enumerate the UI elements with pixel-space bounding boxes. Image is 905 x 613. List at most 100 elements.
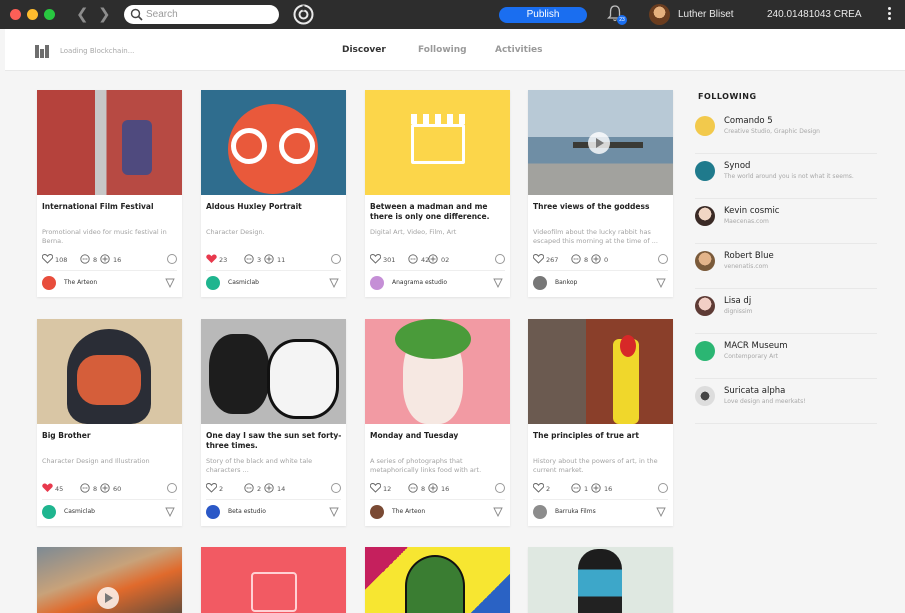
card-thumbnail[interactable] bbox=[201, 90, 346, 195]
card-thumbnail[interactable] bbox=[528, 90, 673, 195]
content-card[interactable]: One day I saw the sun set forty-three ti… bbox=[201, 319, 346, 526]
author-name[interactable]: Beta estudio bbox=[228, 508, 266, 515]
following-item[interactable]: Suricata alpha Love design and meerkats! bbox=[695, 386, 877, 424]
app-logo-icon[interactable] bbox=[293, 4, 314, 25]
card-partial[interactable] bbox=[365, 547, 510, 613]
license-icon[interactable] bbox=[658, 483, 668, 493]
card-partial[interactable] bbox=[37, 547, 182, 613]
card-thumbnail[interactable] bbox=[365, 319, 510, 424]
download-icon[interactable] bbox=[165, 278, 175, 288]
author-avatar[interactable] bbox=[370, 276, 384, 290]
author-name[interactable]: Barruka Films bbox=[555, 508, 596, 515]
content-card[interactable]: The principles of true art History about… bbox=[528, 319, 673, 526]
author-avatar[interactable] bbox=[42, 276, 56, 290]
card-author[interactable]: Bankop bbox=[533, 276, 668, 290]
download-icon[interactable] bbox=[329, 507, 339, 517]
card-thumbnail[interactable] bbox=[201, 319, 346, 424]
more-menu-icon[interactable] bbox=[886, 7, 892, 22]
search-box[interactable] bbox=[124, 5, 279, 24]
following-avatar[interactable] bbox=[695, 116, 715, 136]
card-thumbnail[interactable] bbox=[37, 547, 182, 613]
download-icon[interactable] bbox=[493, 507, 503, 517]
card-title[interactable]: International Film Festival bbox=[42, 202, 178, 212]
following-avatar[interactable] bbox=[695, 386, 715, 406]
card-title[interactable]: Aldous Huxley Portrait bbox=[206, 202, 342, 212]
license-icon[interactable] bbox=[167, 254, 177, 264]
download-icon[interactable] bbox=[329, 278, 339, 288]
card-thumbnail[interactable] bbox=[365, 547, 510, 613]
play-icon[interactable] bbox=[97, 587, 119, 609]
following-name[interactable]: Comando 5 bbox=[724, 116, 773, 126]
forward-arrow-icon[interactable]: ❯ bbox=[98, 5, 111, 23]
author-avatar[interactable] bbox=[42, 505, 56, 519]
author-avatar[interactable] bbox=[206, 505, 220, 519]
card-thumbnail[interactable] bbox=[528, 547, 673, 613]
card-author[interactable]: The Arteon bbox=[370, 505, 505, 519]
card-partial[interactable] bbox=[528, 547, 673, 613]
author-avatar[interactable] bbox=[206, 276, 220, 290]
following-item[interactable]: Lisa dj dignissim bbox=[695, 296, 877, 334]
card-thumbnail[interactable] bbox=[528, 319, 673, 424]
author-name[interactable]: The Arteon bbox=[64, 279, 97, 286]
following-name[interactable]: MACR Museum bbox=[724, 341, 788, 351]
following-name[interactable]: Suricata alpha bbox=[724, 386, 785, 396]
author-name[interactable]: Bankop bbox=[555, 279, 577, 286]
following-item[interactable]: Kevin cosmic Maecenas.com bbox=[695, 206, 877, 244]
card-title[interactable]: The principles of true art bbox=[533, 431, 669, 441]
tab-activities[interactable]: Activities bbox=[495, 45, 543, 55]
card-author[interactable]: The Arteon bbox=[42, 276, 177, 290]
following-avatar[interactable] bbox=[695, 341, 715, 361]
license-icon[interactable] bbox=[331, 254, 341, 264]
user-name[interactable]: Luther Bliset bbox=[678, 9, 734, 20]
download-icon[interactable] bbox=[656, 507, 666, 517]
following-avatar[interactable] bbox=[695, 161, 715, 181]
close-window-button[interactable] bbox=[10, 9, 21, 20]
license-icon[interactable] bbox=[495, 254, 505, 264]
back-arrow-icon[interactable]: ❮ bbox=[76, 5, 89, 23]
card-author[interactable]: Casmiclab bbox=[206, 276, 341, 290]
card-thumbnail[interactable] bbox=[37, 319, 182, 424]
author-name[interactable]: The Arteon bbox=[392, 508, 425, 515]
following-item[interactable]: MACR Museum Contemporary Art bbox=[695, 341, 877, 379]
license-icon[interactable] bbox=[167, 483, 177, 493]
license-icon[interactable] bbox=[495, 483, 505, 493]
play-icon[interactable] bbox=[588, 132, 610, 154]
publish-button[interactable]: Publish bbox=[499, 7, 587, 23]
card-title[interactable]: One day I saw the sun set forty-three ti… bbox=[206, 431, 342, 451]
author-name[interactable]: Anagrama estudio bbox=[392, 279, 447, 286]
user-avatar[interactable] bbox=[649, 4, 670, 25]
card-author[interactable]: Casmiclab bbox=[42, 505, 177, 519]
search-input[interactable] bbox=[146, 6, 274, 23]
card-thumbnail[interactable] bbox=[365, 90, 510, 195]
author-avatar[interactable] bbox=[533, 276, 547, 290]
content-card[interactable]: Monday and Tuesday A series of photograp… bbox=[365, 319, 510, 526]
following-name[interactable]: Robert Blue bbox=[724, 251, 774, 261]
content-card[interactable]: Three views of the goddess Videofilm abo… bbox=[528, 90, 673, 297]
card-author[interactable]: Beta estudio bbox=[206, 505, 341, 519]
content-card[interactable]: International Film Festival Promotional … bbox=[37, 90, 182, 297]
content-card[interactable]: Aldous Huxley Portrait Character Design.… bbox=[201, 90, 346, 297]
following-avatar[interactable] bbox=[695, 296, 715, 316]
card-author[interactable]: Barruka Films bbox=[533, 505, 668, 519]
card-thumbnail[interactable] bbox=[37, 90, 182, 195]
author-avatar[interactable] bbox=[370, 505, 384, 519]
tab-discover[interactable]: Discover bbox=[342, 45, 386, 55]
author-avatar[interactable] bbox=[533, 505, 547, 519]
following-name[interactable]: Kevin cosmic bbox=[724, 206, 779, 216]
license-icon[interactable] bbox=[331, 483, 341, 493]
following-item[interactable]: Robert Blue venenatis.com bbox=[695, 251, 877, 289]
card-title[interactable]: Big Brother bbox=[42, 431, 178, 441]
download-icon[interactable] bbox=[165, 507, 175, 517]
following-name[interactable]: Synod bbox=[724, 161, 750, 171]
author-name[interactable]: Casmiclab bbox=[228, 279, 259, 286]
content-card[interactable]: Big Brother Character Design and Illustr… bbox=[37, 319, 182, 526]
following-item[interactable]: Comando 5 Creative Studio, Graphic Desig… bbox=[695, 116, 877, 154]
following-name[interactable]: Lisa dj bbox=[724, 296, 751, 306]
following-item[interactable]: Synod The world around you is not what i… bbox=[695, 161, 877, 199]
download-icon[interactable] bbox=[493, 278, 503, 288]
minimize-window-button[interactable] bbox=[27, 9, 38, 20]
tab-following[interactable]: Following bbox=[418, 45, 467, 55]
license-icon[interactable] bbox=[658, 254, 668, 264]
maximize-window-button[interactable] bbox=[44, 9, 55, 20]
card-title[interactable]: Three views of the goddess bbox=[533, 202, 669, 212]
